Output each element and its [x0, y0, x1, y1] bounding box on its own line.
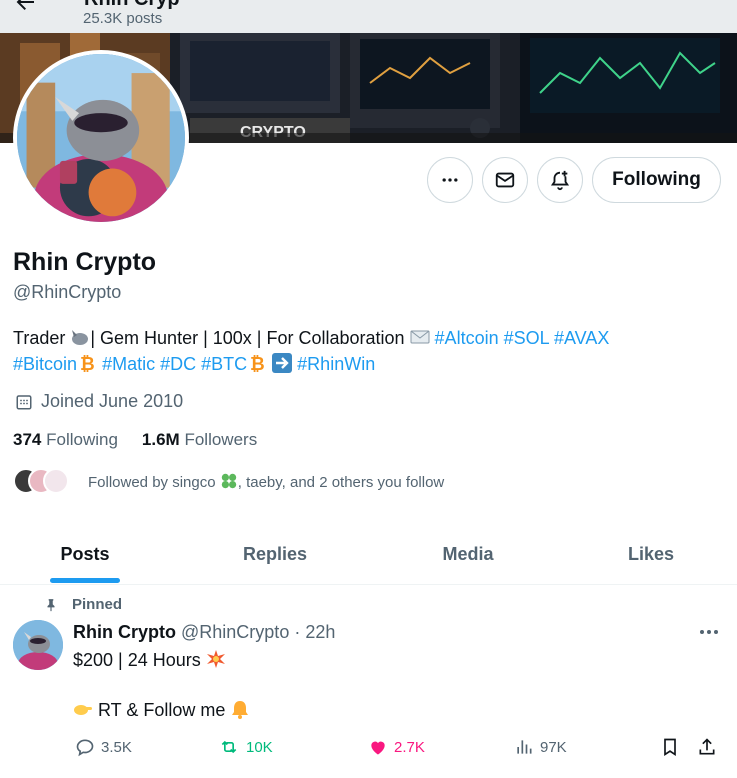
following-button[interactable]: Following	[592, 157, 721, 203]
profile-name: Rhin Crypto	[13, 248, 157, 276]
hashtag-bitcoin[interactable]: #Bitcoin	[13, 354, 77, 374]
envelope-emoji-icon	[410, 330, 430, 344]
tweet-time[interactable]: · 22h	[289, 622, 335, 642]
share-button[interactable]	[697, 737, 717, 757]
followed-by[interactable]: Followed by singco , taeby, and 2 others…	[13, 466, 444, 496]
followed-by-prefix: Followed by singco	[88, 473, 216, 491]
followed-by-suffix: , taeby, and 2 others you follow	[237, 473, 445, 491]
hashtag-btc[interactable]: #BTC	[201, 354, 247, 374]
message-button[interactable]	[482, 157, 528, 203]
follower-avatars	[13, 466, 73, 496]
views-chart-icon	[517, 740, 532, 754]
profile-handle: @RhinCrypto	[13, 282, 122, 302]
share-icon	[699, 738, 715, 755]
header-posts-count: 25.3K posts	[83, 10, 163, 27]
like-button[interactable]: 2.7K	[368, 737, 425, 757]
tweet-actions: 3.5K 10K 2.7K 97K	[0, 737, 737, 767]
bell-plus-icon	[550, 170, 570, 191]
rhino-emoji-icon	[72, 330, 89, 345]
reply-button[interactable]: 3.5K	[75, 737, 132, 757]
followers-count: 1.6M	[141, 430, 180, 449]
hashtag-rhinwin[interactable]: #RhinWin	[297, 354, 375, 374]
tweet-author-name[interactable]: Rhin Crypto	[73, 622, 176, 642]
profile-header-bar: Rhin Cryp 25.3K posts	[0, 0, 737, 33]
pinned-label: Pinned	[44, 596, 122, 613]
hashtag-avax[interactable]: #AVAX	[554, 328, 609, 348]
hashtag-dc[interactable]: #DC	[160, 354, 196, 374]
pinned-text: Pinned	[72, 596, 123, 613]
following-count: 374	[13, 430, 42, 449]
followers-link[interactable]: 1.6M Followers	[142, 430, 257, 450]
profile-tabs: Posts Replies Media Likes	[0, 525, 737, 585]
tweet-line2-text: RT & Follow me	[93, 700, 231, 720]
followed-by-text: Followed by singco , taeby, and 2 others…	[88, 472, 444, 491]
four-leaf-clover-icon	[221, 473, 236, 488]
pin-icon	[47, 598, 55, 611]
tweet-more-icon[interactable]	[697, 622, 721, 642]
reply-count: 3.5K	[101, 738, 132, 756]
bitcoin-icon: ₿	[250, 354, 265, 373]
svg-text:₿: ₿	[250, 354, 265, 373]
follow-stats: 374 Following 1.6M Followers	[13, 430, 257, 450]
heart-icon	[371, 741, 385, 755]
more-horizontal-icon	[442, 178, 458, 182]
joined-date: Joined June 2010	[15, 391, 183, 412]
views-button[interactable]: 97K	[514, 737, 567, 757]
active-tab-indicator	[50, 578, 120, 583]
avatar	[43, 468, 69, 494]
bookmark-icon	[664, 738, 676, 757]
pointing-hand-emoji-icon	[74, 705, 92, 715]
bio-text-2: | Gem Hunter | 100x | For Collaboration	[90, 328, 410, 348]
tab-posts[interactable]: Posts	[40, 525, 130, 583]
views-count: 97K	[540, 738, 567, 756]
collision-emoji-icon	[206, 650, 225, 668]
reply-icon	[76, 739, 94, 757]
bio-text-1: Trader	[13, 328, 71, 348]
profile-avatar[interactable]	[13, 50, 189, 226]
profile-bio: Trader | Gem Hunter | 100x | For Collabo…	[13, 325, 713, 377]
hashtag-sol[interactable]: #SOL	[504, 328, 549, 348]
tab-likes[interactable]: Likes	[610, 525, 692, 583]
hashtag-matic[interactable]: #Matic	[102, 354, 155, 374]
bitcoin-icon: ₿	[80, 354, 95, 373]
tweet-line1-text: $200 | 24 Hours	[73, 650, 206, 670]
joined-text: Joined June 2010	[41, 391, 184, 411]
hashtag-altcoin[interactable]: #Altcoin	[435, 328, 499, 348]
more-options-button[interactable]	[427, 157, 473, 203]
following-link[interactable]: 374 Following	[13, 430, 118, 450]
envelope-icon	[495, 172, 515, 188]
tweet-author-avatar[interactable]	[13, 620, 63, 670]
back-arrow-icon[interactable]	[10, 0, 40, 14]
retweet-icon	[221, 740, 237, 754]
tweet-author-handle[interactable]: @RhinCrypto	[181, 622, 289, 642]
bell-emoji-icon	[232, 701, 249, 719]
retweet-count: 10K	[246, 738, 273, 756]
svg-text:₿: ₿	[80, 354, 95, 373]
tab-media[interactable]: Media	[420, 525, 516, 583]
right-arrow-emoji-icon	[272, 353, 293, 373]
tweet-text-line2: RT & Follow me	[73, 699, 250, 721]
tweet-text-line1: $200 | 24 Hours	[73, 649, 226, 671]
calendar-icon	[16, 394, 32, 409]
notifications-button[interactable]	[537, 157, 583, 203]
retweet-button[interactable]: 10K	[218, 737, 273, 757]
rhino-avatar-image	[17, 54, 185, 222]
following-label: Following	[46, 430, 118, 449]
followers-label: Followers	[184, 430, 258, 449]
bookmark-button[interactable]	[660, 737, 680, 757]
tab-replies[interactable]: Replies	[225, 525, 325, 583]
rhino-avatar-image	[13, 620, 63, 670]
tweet-header: Rhin Crypto @RhinCrypto · 22h	[73, 622, 335, 643]
like-count: 2.7K	[394, 738, 425, 756]
